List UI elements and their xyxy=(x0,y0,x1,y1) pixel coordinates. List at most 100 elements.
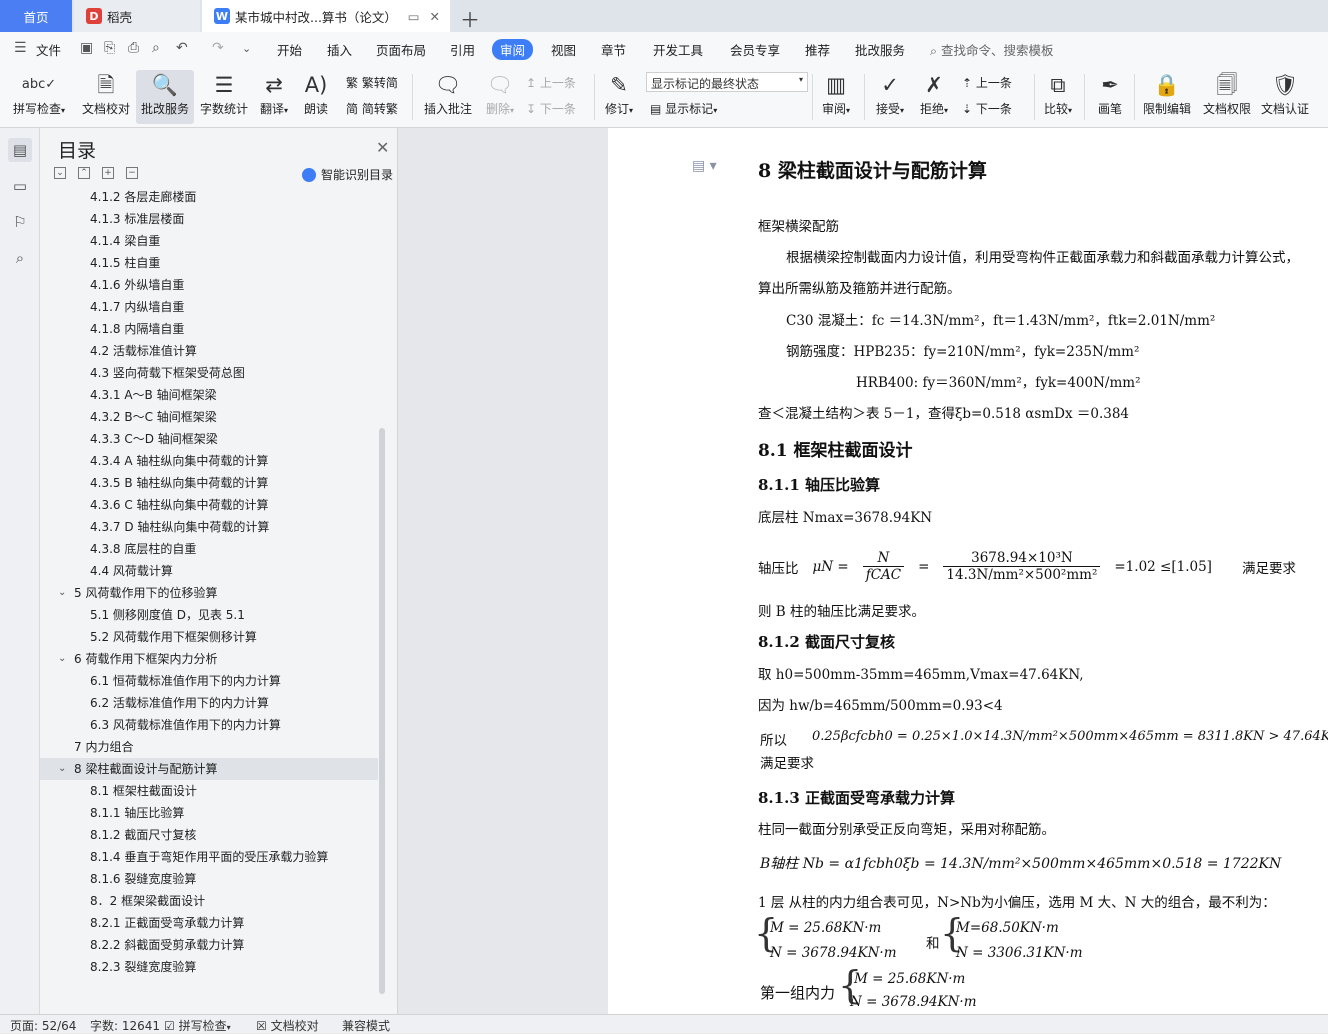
next-comment-button[interactable]: ↧ 下一条 xyxy=(526,100,576,117)
toc-item[interactable]: 8.1.6 裂缝宽度验算 xyxy=(40,868,378,890)
toc-item[interactable]: 4.2 活载标准值计算 xyxy=(40,340,378,362)
delete-comment-button[interactable]: 🗨 删除▾ xyxy=(480,70,520,124)
track-changes-button[interactable]: ✎ 修订▾ xyxy=(600,70,638,124)
toc-item[interactable]: ⌄ 6 荷载作用下框架内力分析 xyxy=(40,648,378,670)
new-tab-icon[interactable]: ＋ xyxy=(460,4,480,33)
toc-item[interactable]: 6.2 活载标准值作用下的内力计算 xyxy=(40,692,378,714)
menu-reference[interactable]: 引用 xyxy=(450,40,475,59)
word-count-button[interactable]: ☰ 字数统计 xyxy=(198,70,250,124)
page-indicator[interactable]: 页面: 52/64 xyxy=(10,1017,76,1034)
menu-review[interactable]: 审阅 xyxy=(492,39,534,60)
trad-to-simp-button[interactable]: 繁 繁转简 xyxy=(346,74,398,91)
accept-button[interactable]: ✓ 接受▾ xyxy=(870,70,910,124)
toc-item[interactable]: 8.2.3 裂缝宽度验算 xyxy=(40,956,378,978)
toc-item[interactable]: 4.3.2 B～C 轴间框架梁 xyxy=(40,406,378,428)
pen-button[interactable]: ✒ 画笔 xyxy=(1092,70,1128,124)
menu-layout[interactable]: 页面布局 xyxy=(376,40,426,59)
toc-item[interactable]: 4.1.3 标准层楼面 xyxy=(40,208,378,230)
prev-comment-button[interactable]: ↥ 上一条 xyxy=(526,74,576,91)
export-pdf-icon[interactable]: ⎘ xyxy=(104,40,115,56)
simp-to-trad-button[interactable]: 简 简转繁 xyxy=(346,100,398,117)
toc-item[interactable]: 8．2 框架梁截面设计 xyxy=(40,890,378,912)
toc-item[interactable]: 5.1 侧移刚度值 D，见表 5.1 xyxy=(40,604,378,626)
menu-grading[interactable]: 批改服务 xyxy=(855,40,905,59)
doc-cert-button[interactable]: 🛡 文档认证 xyxy=(1258,70,1312,124)
find-icon[interactable]: ⌕ xyxy=(8,246,32,270)
spellcheck-button[interactable]: abc✓ 拼写检查▾ xyxy=(8,70,70,124)
bookmark-icon[interactable]: ⚐ xyxy=(8,210,32,234)
toc-item[interactable]: 8.1.4 垂直于弯矩作用平面的受压承载力验算 xyxy=(40,846,378,868)
window-restore-icon[interactable]: ▭ xyxy=(408,9,420,24)
toc-item[interactable]: 8.1.1 轴压比验算 xyxy=(40,802,378,824)
restrict-edit-button[interactable]: 🔒 限制编辑 xyxy=(1140,70,1194,124)
grading-service-button[interactable]: 🔍 批改服务 xyxy=(136,70,194,124)
toc-scrollbar[interactable] xyxy=(379,428,385,994)
chevron-down-icon[interactable]: ⌄ xyxy=(58,582,66,604)
word-count-indicator[interactable]: 字数: 12641 xyxy=(90,1017,160,1034)
menu-view[interactable]: 视图 xyxy=(551,40,576,59)
toc-item[interactable]: 4.3.7 D 轴柱纵向集中荷载的计算 xyxy=(40,516,378,538)
toc-item[interactable]: 4.1.6 外纵墙自重 xyxy=(40,274,378,296)
show-markup-button[interactable]: ▤ 显示标记▾ xyxy=(650,100,717,117)
undo-icon[interactable]: ↶ xyxy=(176,40,188,56)
command-search[interactable]: ⌕ 查找命令、搜索模板 xyxy=(930,40,1054,59)
chevron-down-icon[interactable]: ⌄ xyxy=(58,648,66,670)
toc-item[interactable]: 4.3.1 A～B 轴间框架梁 xyxy=(40,384,378,406)
read-aloud-button[interactable]: A) 朗读 xyxy=(298,70,334,124)
hamburger-icon[interactable]: ☰ xyxy=(14,40,27,56)
toc-item[interactable]: 4.3.3 C～D 轴间框架梁 xyxy=(40,428,378,450)
toc-item[interactable]: 4.1.5 柱自重 xyxy=(40,252,378,274)
menu-chapter[interactable]: 章节 xyxy=(601,40,626,59)
more-icon[interactable]: ⌄ xyxy=(242,42,251,55)
menu-start[interactable]: 开始 xyxy=(277,40,302,59)
smart-toc-button[interactable]: 智能识别目录 xyxy=(302,166,393,183)
toc-panel-icon[interactable]: ▤ xyxy=(8,138,32,162)
toc-item[interactable]: 5.2 风荷载作用下框架侧移计算 xyxy=(40,626,378,648)
toc-item[interactable]: 4.3.8 底层柱的自重 xyxy=(40,538,378,560)
doc-check-button[interactable]: 🗎 文档校对 xyxy=(78,70,134,124)
menu-insert[interactable]: 插入 xyxy=(327,40,352,59)
translate-button[interactable]: ⇄ 翻译▾ xyxy=(254,70,294,124)
toc-item[interactable]: 4.3.6 C 轴柱纵向集中荷载的计算 xyxy=(40,494,378,516)
toc-item[interactable]: ⌄ 5 风荷载作用下的位移验算 xyxy=(40,582,378,604)
tab-document[interactable]: W 某市城中村改...算书（论文） ▭ ✕ xyxy=(202,0,450,32)
review-pane-button[interactable]: ▥ 审阅▾ xyxy=(816,70,856,124)
collapse-all-icon[interactable]: ⌄ xyxy=(54,167,66,179)
remove-heading-icon[interactable]: − xyxy=(126,167,138,179)
toc-item[interactable]: 4.1.8 内隔墙自重 xyxy=(40,318,378,340)
insert-comment-button[interactable]: 🗨 插入批注 xyxy=(420,70,476,124)
toc-item[interactable]: 8.1 框架柱截面设计 xyxy=(40,780,378,802)
reject-button[interactable]: ✗ 拒绝▾ xyxy=(914,70,954,124)
save-icon[interactable]: ▣ xyxy=(80,40,93,56)
markup-state-select[interactable]: 显示标记的最终状态 ▾ xyxy=(646,72,808,92)
print-icon[interactable]: ⎙ xyxy=(128,40,139,56)
menu-member[interactable]: 会员专享 xyxy=(730,40,780,59)
chevron-down-icon[interactable]: ⌄ xyxy=(58,758,66,780)
redo-icon[interactable]: ↷ xyxy=(212,40,224,56)
toc-item[interactable]: 6.1 恒荷载标准值作用下的内力计算 xyxy=(40,670,378,692)
menu-developer[interactable]: 开发工具 xyxy=(653,40,703,59)
tab-daoke[interactable]: D 稻壳 xyxy=(74,0,200,32)
close-icon[interactable]: ✕ xyxy=(376,138,389,157)
toc-item[interactable]: 8.1.2 截面尺寸复核 xyxy=(40,824,378,846)
toc-item[interactable]: 6.3 风荷载标准值作用下的内力计算 xyxy=(40,714,378,736)
toc-item[interactable]: ⌄ 8 梁柱截面设计与配筋计算 xyxy=(40,758,378,780)
doc-permission-button[interactable]: 🗐 文档权限 xyxy=(1200,70,1254,124)
toc-item[interactable]: 8.2.2 斜截面受剪承载力计算 xyxy=(40,934,378,956)
next-change-button[interactable]: ⇣ 下一条 xyxy=(962,100,1012,117)
navigation-icon[interactable]: ▭ xyxy=(8,174,32,198)
prev-change-button[interactable]: ⇡ 上一条 xyxy=(962,74,1012,91)
status-doc-check[interactable]: ☒ 文档校对 xyxy=(256,1017,319,1034)
menu-recommend[interactable]: 推荐 xyxy=(805,40,830,59)
add-heading-icon[interactable]: + xyxy=(102,167,114,179)
toc-item[interactable]: 4.3.5 B 轴柱纵向集中荷载的计算 xyxy=(40,472,378,494)
toc-item[interactable]: 4.3.4 A 轴柱纵向集中荷载的计算 xyxy=(40,450,378,472)
document-page[interactable]: ▤ ▾ 8 梁柱截面设计与配筋计算 框架横梁配筋 根据横梁控制截面内力设计值，利… xyxy=(608,128,1328,1014)
paragraph-menu-icon[interactable]: ▤ ▾ xyxy=(692,158,717,174)
toc-item[interactable]: 8.2.1 正截面受弯承载力计算 xyxy=(40,912,378,934)
toc-item[interactable]: 7 内力组合 xyxy=(40,736,378,758)
close-tab-icon[interactable]: ✕ xyxy=(430,9,440,24)
toc-item[interactable]: 4.3 竖向荷载下框架受荷总图 xyxy=(40,362,378,384)
compare-button[interactable]: ⧉ 比较▾ xyxy=(1038,70,1078,124)
toc-item[interactable]: 4.4 风荷载计算 xyxy=(40,560,378,582)
